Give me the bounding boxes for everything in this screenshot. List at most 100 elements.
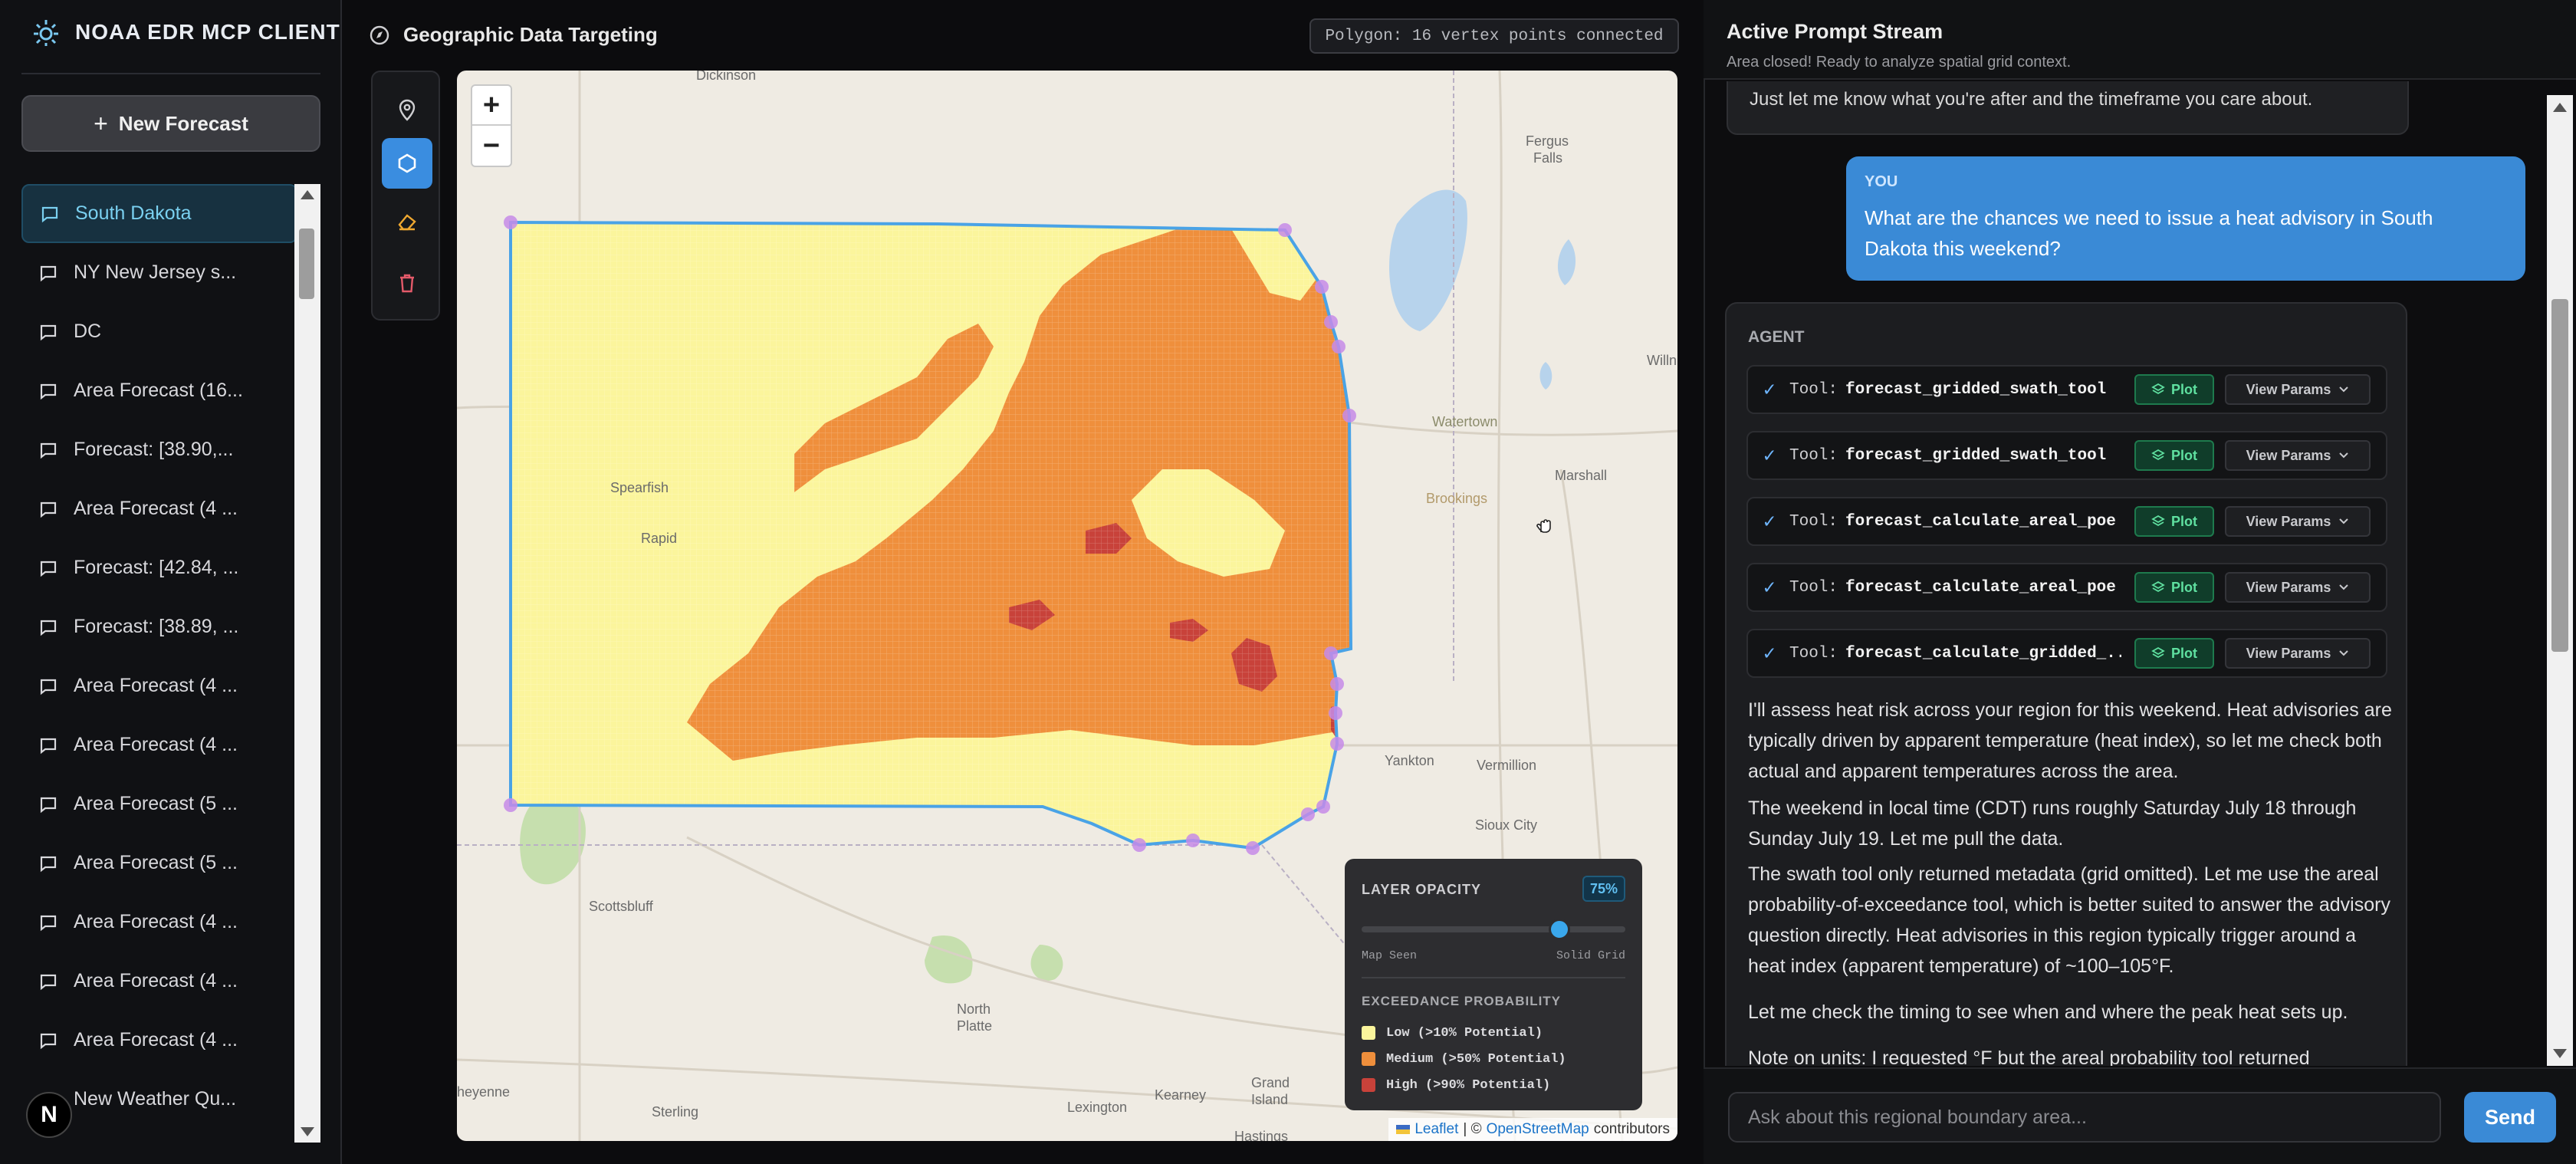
polygon-vertex-handle[interactable]	[1316, 800, 1330, 814]
plot-label: Plot	[2171, 513, 2197, 529]
slider-right-label: Solid Grid	[1556, 949, 1626, 962]
sidebar-item-conversation[interactable]: Area Forecast (16...	[21, 361, 297, 420]
chat-bubble-icon	[40, 265, 57, 281]
layers-icon	[2151, 515, 2165, 528]
polygon-vertex-handle[interactable]	[1246, 841, 1260, 855]
plot-button[interactable]: Plot	[2134, 374, 2214, 405]
polygon-vertex-handle[interactable]	[1332, 340, 1346, 353]
sidebar-item-conversation[interactable]: Area Forecast (4 ...	[21, 1011, 297, 1070]
polygon-vertex-handle[interactable]	[1301, 807, 1315, 821]
polygon-vertex-handle[interactable]	[1278, 223, 1292, 237]
view-params-label: View Params	[2246, 645, 2331, 661]
sidebar-item-conversation[interactable]: Area Forecast (4 ...	[21, 893, 297, 952]
town-label: Brookings	[1426, 491, 1488, 506]
zoom-in-button[interactable]: +	[472, 86, 511, 126]
polygon-vertex-handle[interactable]	[1186, 834, 1200, 847]
divider	[21, 73, 320, 74]
tool-name: forecast_gridded_swath_tool	[1845, 446, 2107, 465]
plot-button[interactable]: Plot	[2134, 638, 2214, 669]
sidebar-item-conversation[interactable]: Area Forecast (5 ...	[21, 774, 297, 834]
polygon-vertex-handle[interactable]	[1330, 677, 1344, 691]
legend-item: Medium (>50% Potential)	[1362, 1046, 1566, 1072]
sidebar-item-conversation[interactable]: Area Forecast (5 ...	[21, 834, 297, 893]
check-icon: ✓	[1763, 444, 1776, 468]
legend-items: Low (>10% Potential) Medium (>50% Potenti…	[1362, 1020, 1566, 1098]
sidebar-item-label: Area Forecast (4 ...	[74, 911, 238, 932]
marker-tool-button[interactable]	[382, 84, 432, 135]
sidebar-scrollbar[interactable]	[294, 184, 320, 1143]
tool-prefix: Tool:	[1789, 380, 1838, 399]
opacity-slider-track[interactable]	[1362, 926, 1625, 932]
delete-tool-button[interactable]	[382, 258, 432, 308]
sidebar-item-label: NY New Jersey s...	[74, 261, 237, 283]
check-icon: ✓	[1763, 576, 1776, 600]
send-button[interactable]: Send	[2464, 1092, 2556, 1143]
polygon-vertex-handle[interactable]	[1324, 315, 1338, 329]
sidebar-item-label: DC	[74, 321, 102, 342]
tool-prefix: Tool:	[1789, 446, 1838, 465]
eraser-icon	[396, 211, 418, 232]
plot-button[interactable]: Plot	[2134, 506, 2214, 537]
sidebar-item-conversation[interactable]: Forecast: [38.90,...	[21, 420, 297, 479]
view-params-button[interactable]: View Params	[2225, 440, 2371, 471]
sidebar-scroll-thumb[interactable]	[299, 229, 314, 299]
zoom-control: + −	[471, 84, 512, 167]
view-params-button[interactable]: View Params	[2225, 374, 2371, 405]
sidebar-item-conversation[interactable]: Area Forecast (4 ...	[21, 479, 297, 538]
sidebar-item-conversation[interactable]: South Dakota	[21, 184, 297, 243]
plot-label: Plot	[2171, 645, 2197, 661]
osm-link[interactable]: OpenStreetMap	[1487, 1121, 1589, 1138]
sidebar-item-conversation[interactable]: Area Forecast (4 ...	[21, 656, 297, 715]
town-label: heyenne	[457, 1084, 511, 1100]
agent-message-card: AGENT ✓ Tool: forecast_gridded_swath_tool P…	[1725, 302, 2407, 1066]
polygon-vertex-handle[interactable]	[1315, 280, 1329, 294]
chat-input[interactable]	[1728, 1092, 2441, 1143]
town-label: Falls	[1533, 150, 1563, 166]
new-forecast-button[interactable]: + New Forecast	[21, 95, 320, 152]
tool-name: forecast_calculate_areal_poe	[1845, 512, 2116, 531]
sidebar-item-conversation[interactable]: Forecast: [42.84, ...	[21, 538, 297, 597]
polygon-vertex-handle[interactable]	[1324, 646, 1338, 660]
polygon-vertex-handle[interactable]	[1132, 838, 1146, 852]
polygon-vertex-handle[interactable]	[1330, 737, 1344, 751]
check-icon: ✓	[1763, 378, 1776, 402]
sidebar-item-conversation[interactable]: Area Forecast (4 ...	[21, 952, 297, 1011]
polygon-vertex-handle[interactable]	[1342, 409, 1356, 423]
sidebar-item-label: Area Forecast (4 ...	[74, 675, 238, 696]
zoom-out-button[interactable]: −	[472, 126, 511, 166]
plot-label: Plot	[2171, 447, 2197, 463]
polygon-vertex-handle[interactable]	[504, 798, 518, 812]
plot-button[interactable]: Plot	[2134, 572, 2214, 603]
polygon-vertex-handle[interactable]	[504, 215, 518, 229]
sidebar-item-label: Area Forecast (4 ...	[74, 734, 238, 755]
user-message-bubble: YOU What are the chances we need to issu…	[1846, 156, 2525, 281]
chat-scroll-thumb[interactable]	[2551, 299, 2568, 652]
agent-paragraph: The weekend in local time (CDT) runs rou…	[1748, 797, 2357, 850]
view-params-button[interactable]: View Params	[2225, 638, 2371, 669]
polygon-tool-button[interactable]	[382, 138, 432, 189]
map-legend: LAYER OPACITY 75% Map Seen Solid Grid EX…	[1345, 859, 1642, 1110]
town-label: Island	[1251, 1092, 1289, 1107]
opacity-slider-thumb[interactable]	[1549, 919, 1570, 940]
eraser-tool-button[interactable]	[382, 196, 432, 247]
town-label: Fergus	[1526, 133, 1569, 149]
sidebar-item-conversation[interactable]: DC	[21, 302, 297, 361]
avatar[interactable]: N	[26, 1092, 72, 1138]
draw-toolbar	[371, 71, 440, 321]
sidebar-item-conversation[interactable]: NY New Jersey s...	[21, 243, 297, 302]
check-icon: ✓	[1763, 510, 1776, 534]
map-canvas[interactable]: + − Dickinson Fergus Falls Willn Marshal…	[457, 71, 1677, 1141]
view-params-button[interactable]: View Params	[2225, 572, 2371, 603]
agent-paragraph: Note on units: I requested °F but the ar…	[1748, 1047, 2310, 1066]
polygon-vertex-handle[interactable]	[1329, 706, 1342, 720]
tool-call-row: ✓ Tool: forecast_calculate_areal_poe Plot Vi…	[1746, 497, 2387, 546]
view-params-button[interactable]: View Params	[2225, 506, 2371, 537]
sidebar-item-conversation[interactable]: Area Forecast (4 ...	[21, 715, 297, 774]
stream-subtitle: Area closed! Ready to analyze spatial gr…	[1727, 54, 2072, 71]
leaflet-link[interactable]: Leaflet	[1414, 1121, 1458, 1138]
polygon-status-badge: Polygon: 16 vertex points connected	[1309, 18, 1679, 54]
chat-bubble-icon	[40, 738, 57, 754]
plot-button[interactable]: Plot	[2134, 440, 2214, 471]
sidebar-item-conversation[interactable]: Forecast: [38.89, ...	[21, 597, 297, 656]
opacity-value-badge: 75%	[1582, 876, 1625, 902]
